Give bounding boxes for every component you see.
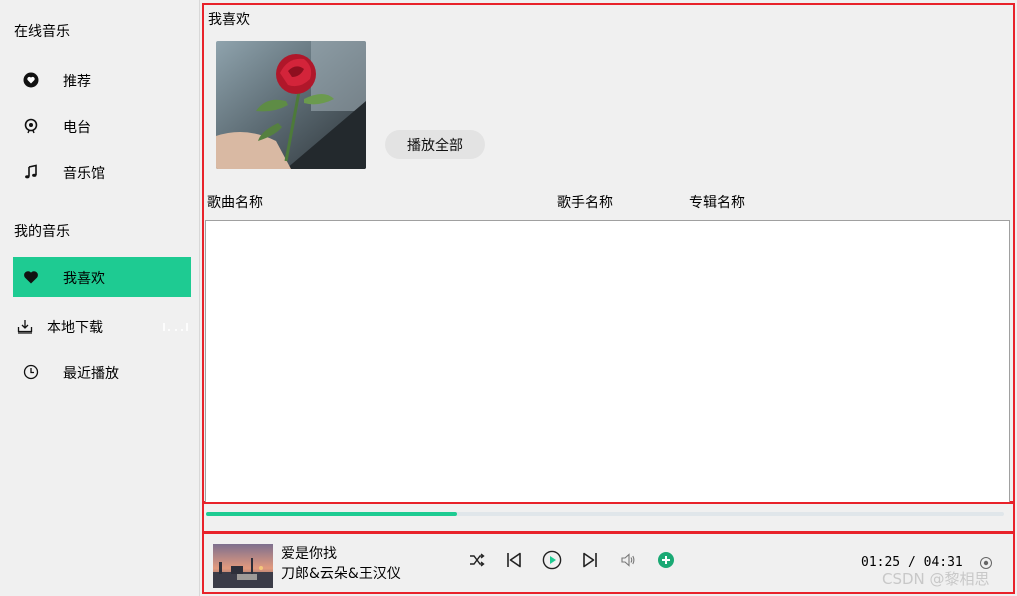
player-bar: 爱是你找 刀郎&云朵&王汉仪 01:25 / 04:31 CSDN @黎相思 xyxy=(202,532,1015,594)
play-all-button[interactable]: 播放全部 xyxy=(385,130,485,159)
my-music-heading: 我的音乐 xyxy=(14,224,70,240)
indicator-marks xyxy=(163,323,188,331)
sidebar-item-recent[interactable]: 最近播放 xyxy=(13,352,191,392)
music-note-icon xyxy=(23,164,39,180)
sidebar-item-local-download[interactable]: 本地下载 xyxy=(13,306,191,346)
sidebar-item-label: 本地下载 xyxy=(47,320,103,336)
add-to-favorites-button[interactable] xyxy=(656,552,676,572)
sidebar-item-label: 音乐馆 xyxy=(63,166,105,182)
watermark: CSDN @黎相思 xyxy=(882,570,990,588)
play-pause-button[interactable] xyxy=(542,550,562,574)
online-music-heading: 在线音乐 xyxy=(14,24,70,40)
play-circle-icon xyxy=(542,550,562,574)
progress-slider[interactable] xyxy=(206,512,1004,516)
column-header-artist: 歌手名称 xyxy=(557,195,613,211)
sidebar-item-label: 最近播放 xyxy=(63,366,119,382)
sidebar-item-radio[interactable]: 电台 xyxy=(13,106,191,146)
now-playing-cover xyxy=(213,544,273,588)
page-title: 我喜欢 xyxy=(208,12,250,28)
skip-previous-icon xyxy=(505,551,523,573)
playlist-mode-icon[interactable] xyxy=(979,556,993,570)
skip-next-icon xyxy=(581,551,599,573)
sidebar-item-favorites[interactable]: 我喜欢 xyxy=(13,257,191,297)
playlist-cover-image xyxy=(216,41,366,169)
volume-button[interactable] xyxy=(618,552,638,572)
sidebar: 在线音乐 推荐 电台 音乐馆 我的音乐 我喜欢 本地下载 最近播放 xyxy=(0,0,200,596)
sidebar-item-label: 我喜欢 xyxy=(63,271,105,287)
sidebar-item-label: 电台 xyxy=(63,120,91,136)
now-playing-title: 爱是你找 xyxy=(281,546,337,562)
progress-fill xyxy=(206,512,458,516)
radio-icon xyxy=(23,118,39,134)
add-circle-icon xyxy=(657,551,675,573)
playlist-panel: 我喜欢 播放全部 歌曲名称 歌手名称 专辑名称 xyxy=(202,3,1015,503)
shuffle-button[interactable] xyxy=(467,552,487,572)
sidebar-item-music-hall[interactable]: 音乐馆 xyxy=(13,152,191,192)
volume-icon xyxy=(620,552,636,572)
progress-panel xyxy=(202,502,1015,533)
download-icon xyxy=(17,318,33,334)
column-header-song: 歌曲名称 xyxy=(207,195,263,211)
heart-circle-icon xyxy=(23,72,39,88)
previous-button[interactable] xyxy=(504,552,524,572)
shuffle-icon xyxy=(468,551,486,573)
column-header-album: 专辑名称 xyxy=(689,195,745,211)
next-button[interactable] xyxy=(580,552,600,572)
sidebar-item-label: 推荐 xyxy=(63,74,91,90)
clock-icon xyxy=(23,364,39,380)
now-playing-artist: 刀郎&云朵&王汉仪 xyxy=(281,566,401,582)
sidebar-item-recommend[interactable]: 推荐 xyxy=(13,60,191,100)
heart-icon xyxy=(23,269,39,285)
song-list[interactable] xyxy=(205,220,1010,503)
